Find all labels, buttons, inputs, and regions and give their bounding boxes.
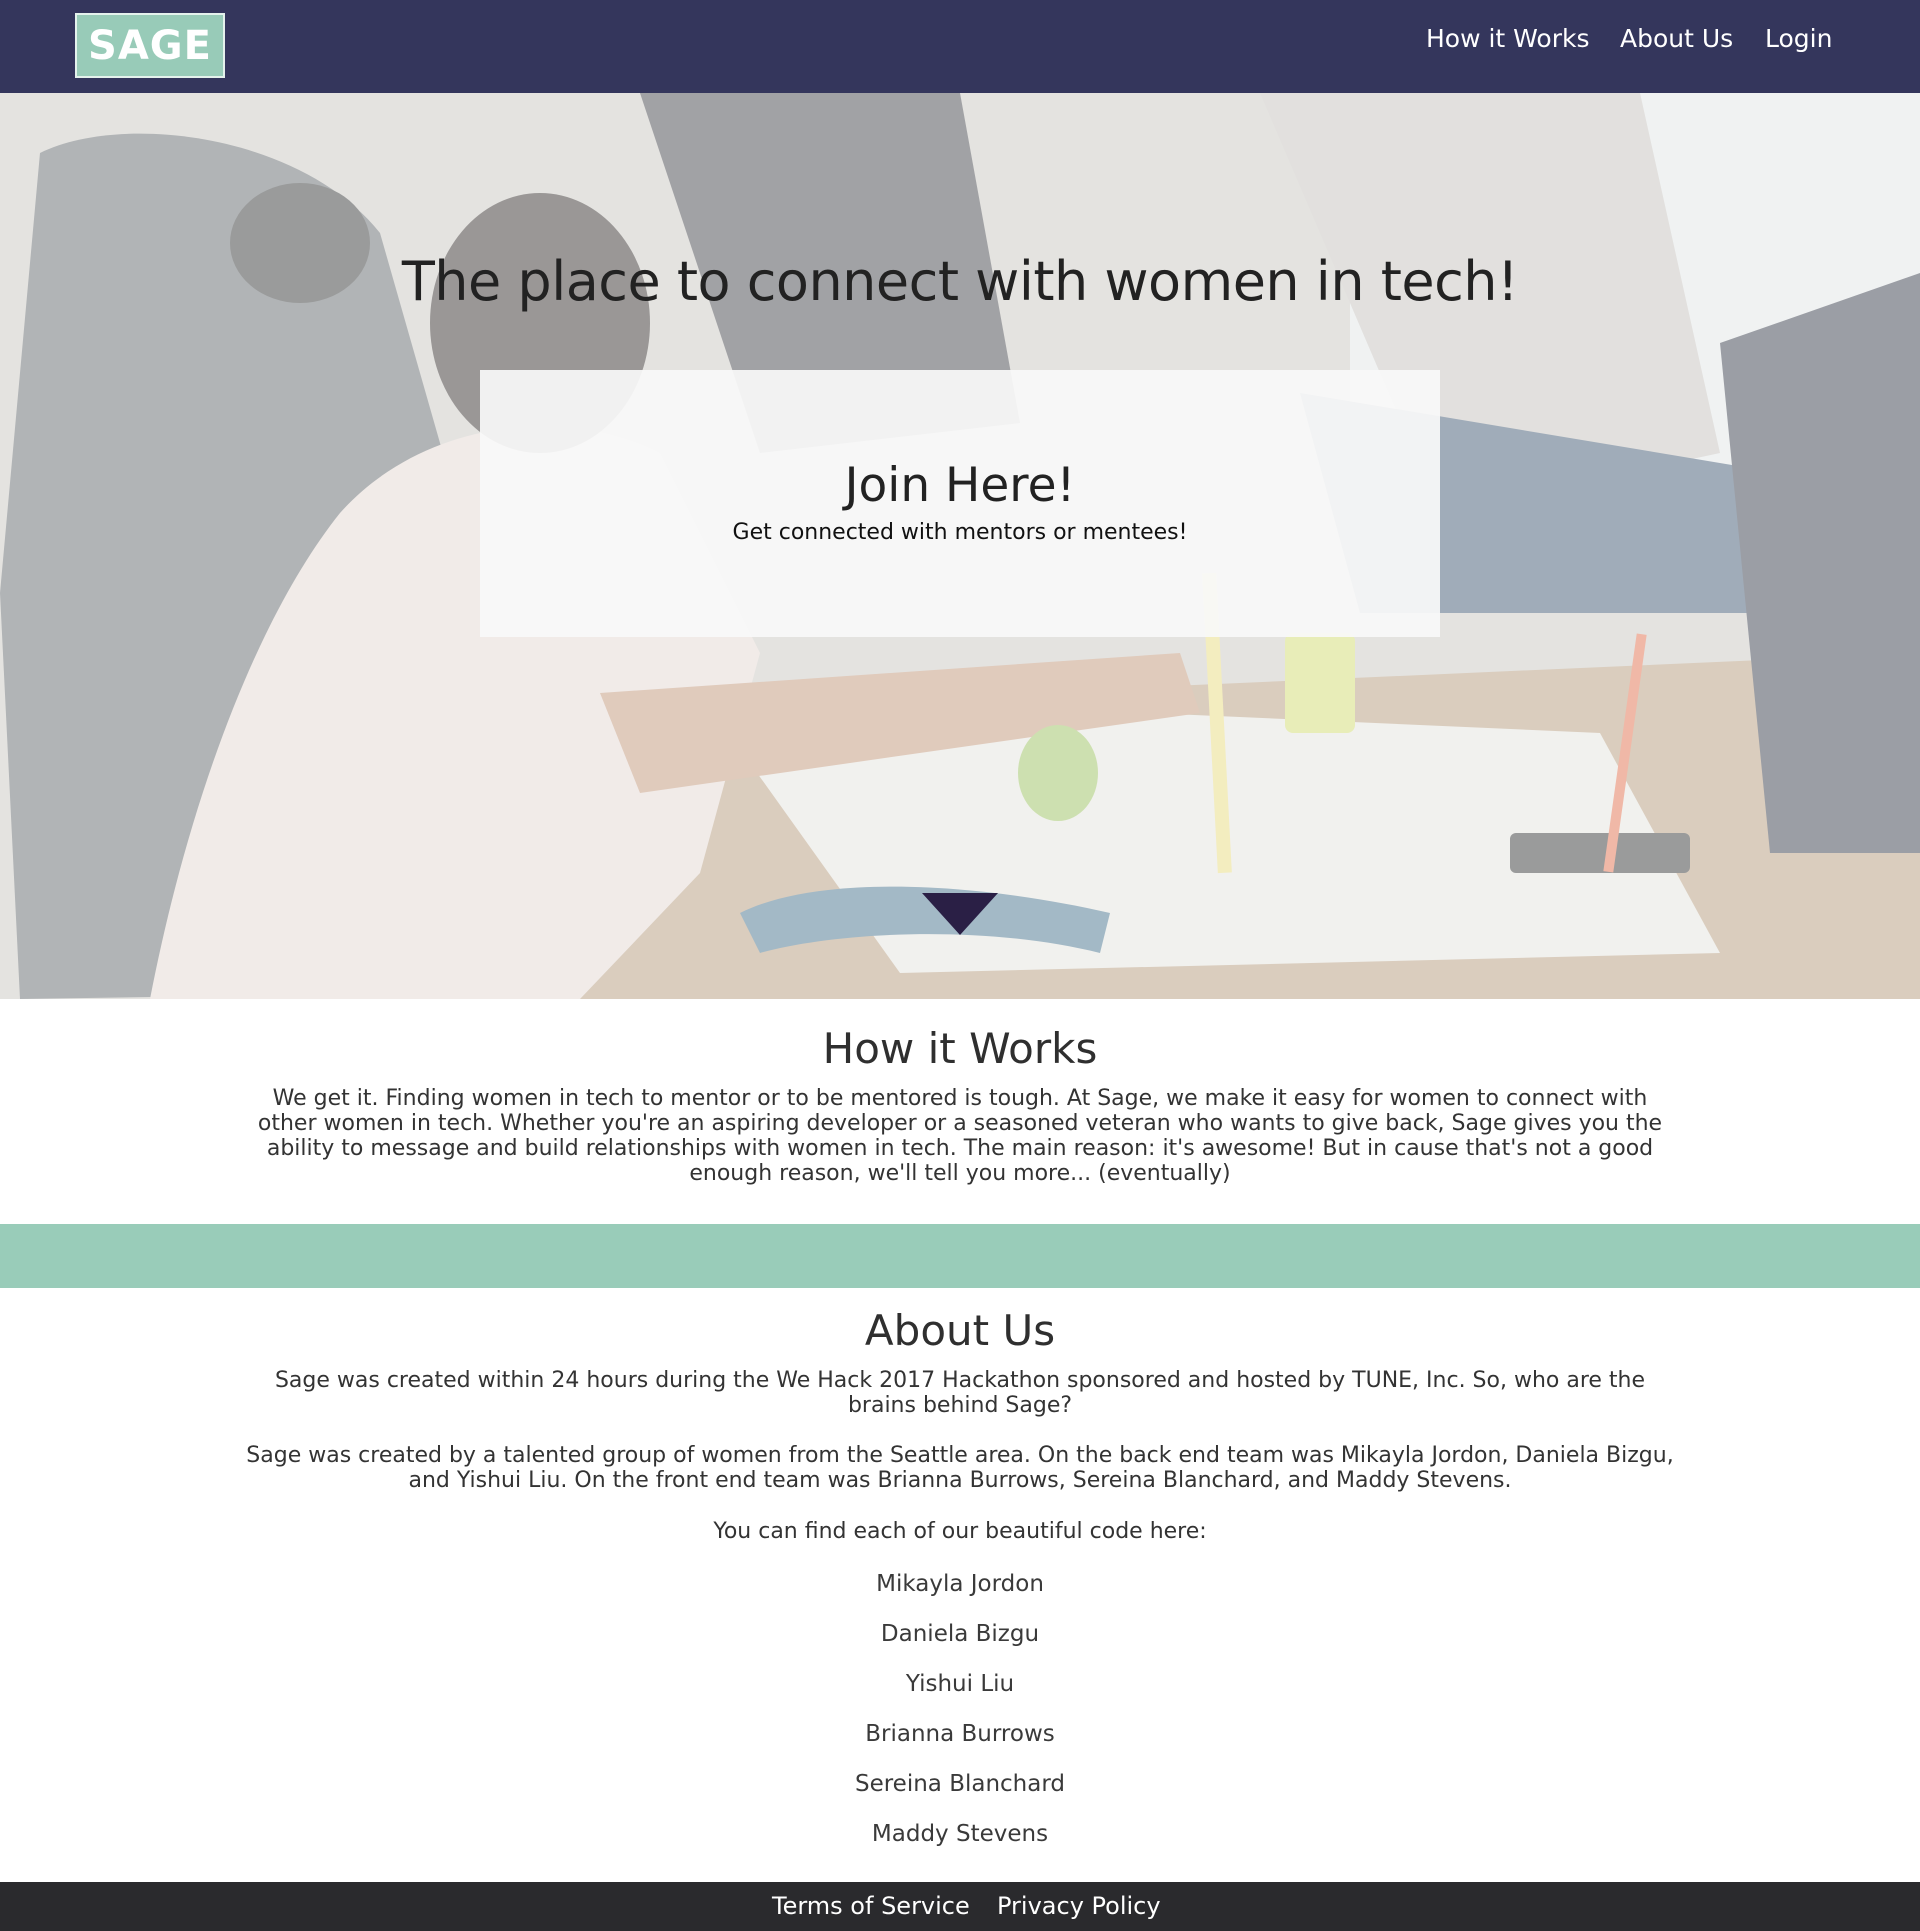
how-it-works-text: We get it. Finding women in tech to ment… bbox=[257, 1086, 1663, 1186]
hero-section: The place to connect with women in tech!… bbox=[0, 93, 1920, 999]
footer: Terms of Service Privacy Policy bbox=[0, 1882, 1920, 1931]
how-it-works-title: How it Works bbox=[822, 1024, 1098, 1073]
about-paragraph-1: Sage was created within 24 hours during … bbox=[274, 1368, 1646, 1418]
join-card[interactable]: Join Here! Get connected with mentors or… bbox=[480, 370, 1440, 637]
member-link-yishui-liu[interactable]: Yishui Liu bbox=[0, 1671, 1920, 1697]
top-navbar: SAGE How it Works About Us Login bbox=[0, 0, 1920, 93]
about-paragraph-2: Sage was created by a talented group of … bbox=[246, 1443, 1674, 1493]
nav-link-login[interactable]: Login bbox=[1765, 24, 1832, 53]
nav-link-how-it-works[interactable]: How it Works bbox=[1426, 24, 1590, 53]
sage-logo[interactable]: SAGE bbox=[75, 13, 225, 78]
member-link-mikayla-jordon[interactable]: Mikayla Jordon bbox=[0, 1571, 1920, 1597]
join-title[interactable]: Join Here! bbox=[480, 458, 1440, 513]
terms-of-service-link[interactable]: Terms of Service bbox=[772, 1892, 970, 1920]
privacy-policy-link[interactable]: Privacy Policy bbox=[997, 1892, 1161, 1920]
member-link-brianna-burrows[interactable]: Brianna Burrows bbox=[0, 1721, 1920, 1747]
member-link-sereina-blanchard[interactable]: Sereina Blanchard bbox=[0, 1771, 1920, 1797]
section-divider bbox=[0, 1224, 1920, 1288]
about-paragraph-3: You can find each of our beautiful code … bbox=[713, 1519, 1207, 1544]
join-subtitle: Get connected with mentors or mentees! bbox=[732, 520, 1188, 545]
member-link-maddy-stevens[interactable]: Maddy Stevens bbox=[0, 1821, 1920, 1847]
about-us-title: About Us bbox=[864, 1306, 1056, 1355]
nav-link-about-us[interactable]: About Us bbox=[1620, 24, 1733, 53]
member-link-daniela-bizgu[interactable]: Daniela Bizgu bbox=[0, 1621, 1920, 1647]
chevron-down-icon[interactable] bbox=[922, 893, 998, 935]
hero-title: The place to connect with women in tech! bbox=[401, 250, 1519, 313]
